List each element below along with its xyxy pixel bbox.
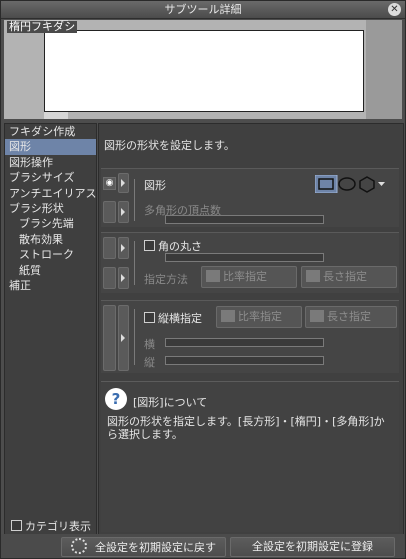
aspect-ratio-label: 比率指定 [238, 310, 282, 323]
reset-defaults-label: 全設定を初期設定に戻す [95, 541, 216, 554]
preview-label: 楕円フキダシ [7, 20, 78, 33]
shape-selector[interactable] [314, 174, 387, 194]
height-label: 縦 [144, 356, 155, 369]
aspect-toggle[interactable]: 縦横指定 [144, 310, 202, 326]
polygon-icon[interactable] [359, 176, 375, 193]
settings-panel: 図形の形状を設定します。 ◉ 図形 多角形の頂点数 角の丸さ 指定方法 比率指定… [98, 123, 404, 535]
help-panel: ? [図形]について 図形の形状を指定します。[長方形]・[楕円]・[多角形]か… [101, 381, 399, 532]
rounded-label: 角の丸さ [158, 240, 202, 253]
expand-arrow-icon[interactable] [118, 267, 129, 289]
length-icon [310, 310, 324, 322]
category-display-toggle[interactable]: カテゴリ表示 [11, 518, 91, 534]
tree-line [134, 179, 135, 221]
expand-arrow-icon[interactable] [118, 305, 129, 371]
ratio-icon [221, 310, 235, 322]
window-title: サブツール詳細 [164, 3, 242, 16]
tree-line [134, 309, 135, 365]
reset-defaults-button[interactable]: 全設定を初期設定に戻す [61, 537, 226, 557]
help-text: 図形の形状を指定します。[長方形]・[楕円]・[多角形]から選択します。 [107, 415, 385, 441]
method-label: 指定方法 [144, 273, 188, 286]
sidebar-item-spray-effect[interactable]: 散布効果 [5, 232, 96, 247]
tree-line [134, 241, 135, 285]
title-bar[interactable]: サブツール詳細 ✕ [1, 1, 405, 19]
aspect-length-button[interactable]: 長さ指定 [305, 306, 397, 328]
rounded-slider[interactable] [165, 253, 324, 262]
ratio-spec-label: 比率指定 [223, 270, 267, 283]
shape-selector-icons [314, 174, 385, 194]
category-display-checkbox[interactable] [11, 520, 22, 531]
sidebar-item-antialiasing[interactable]: アンチエイリアス [5, 186, 97, 201]
rounded-toggle[interactable]: 角の丸さ [144, 238, 202, 254]
ratio-icon [206, 270, 220, 282]
shape-label: 図形 [144, 179, 166, 192]
ratio-spec-button[interactable]: 比率指定 [201, 266, 297, 288]
category-display-label: カテゴリ表示 [25, 520, 91, 533]
expand-arrow-icon[interactable] [118, 201, 129, 223]
reset-icon [71, 538, 87, 554]
lock-toggle[interactable] [103, 237, 116, 259]
section-description: 図形の形状を設定します。 [104, 139, 235, 152]
lock-toggle[interactable] [103, 267, 116, 289]
register-defaults-button[interactable]: 全設定を初期設定に登録 [230, 537, 395, 557]
sidebar-item-shape-operation[interactable]: 図形操作 [5, 155, 96, 170]
expand-arrow-icon[interactable] [118, 173, 129, 193]
height-slider[interactable] [165, 356, 324, 365]
register-defaults-label: 全設定を初期設定に登録 [252, 540, 373, 553]
close-icon[interactable]: ✕ [388, 3, 401, 16]
sidebar-item-brush-tip[interactable]: ブラシ先端 [5, 216, 96, 231]
lock-toggle[interactable] [103, 201, 116, 223]
length-spec-label: 長さ指定 [323, 270, 367, 283]
lock-toggle[interactable] [103, 305, 116, 371]
expand-arrow-icon[interactable] [118, 237, 129, 259]
bottom-bar: 全設定を初期設定に戻す 全設定を初期設定に登録 [1, 534, 405, 558]
width-slider[interactable] [165, 338, 324, 347]
category-sidebar: フキダシ作成 図形 図形操作 ブラシサイズ アンチエイリアス ブラシ形状 ブラシ… [4, 123, 97, 535]
subtool-detail-window: サブツール詳細 ✕ 楕円フキダシ フキダシ作成 図形 図形操作 ブラシサイズ ア… [0, 0, 406, 559]
preview-right-area [366, 20, 402, 119]
question-icon: ? [105, 388, 127, 410]
rounded-checkbox[interactable] [144, 240, 155, 251]
rounded-corner-group: 角の丸さ 指定方法 比率指定 長さ指定 [101, 232, 399, 293]
aspect-label: 縦横指定 [158, 312, 202, 325]
aspect-ratio-button[interactable]: 比率指定 [216, 306, 302, 328]
sidebar-item-balloon-create[interactable]: フキダシ作成 [5, 124, 96, 139]
sidebar-item-brush-size[interactable]: ブラシサイズ [5, 170, 96, 185]
width-label: 横 [144, 338, 155, 351]
sidebar-item-brush-shape[interactable]: ブラシ形状 [5, 201, 96, 216]
sidebar-item-shape[interactable]: 図形 [5, 139, 96, 155]
aspect-group: 縦横指定 比率指定 長さ指定 横 縦 [101, 300, 399, 373]
help-title: [図形]について [133, 396, 208, 409]
length-icon [306, 270, 320, 282]
sidebar-item-paper-texture[interactable]: 紙質 [5, 263, 96, 278]
polygon-vertices-slider[interactable] [165, 215, 324, 224]
eye-icon[interactable]: ◉ [103, 177, 116, 190]
shape-group: ◉ 図形 多角形の頂点数 [101, 168, 399, 227]
chevron-down-icon[interactable] [378, 182, 385, 186]
preview-canvas [44, 30, 364, 112]
aspect-checkbox[interactable] [144, 312, 155, 323]
brush-preview: 楕円フキダシ [4, 20, 402, 119]
length-spec-button[interactable]: 長さ指定 [301, 266, 397, 288]
sidebar-item-correction[interactable]: 補正 [5, 278, 96, 293]
aspect-length-label: 長さ指定 [327, 310, 371, 323]
sidebar-item-stroke[interactable]: ストローク [5, 247, 96, 262]
ellipse-icon[interactable] [338, 177, 356, 191]
